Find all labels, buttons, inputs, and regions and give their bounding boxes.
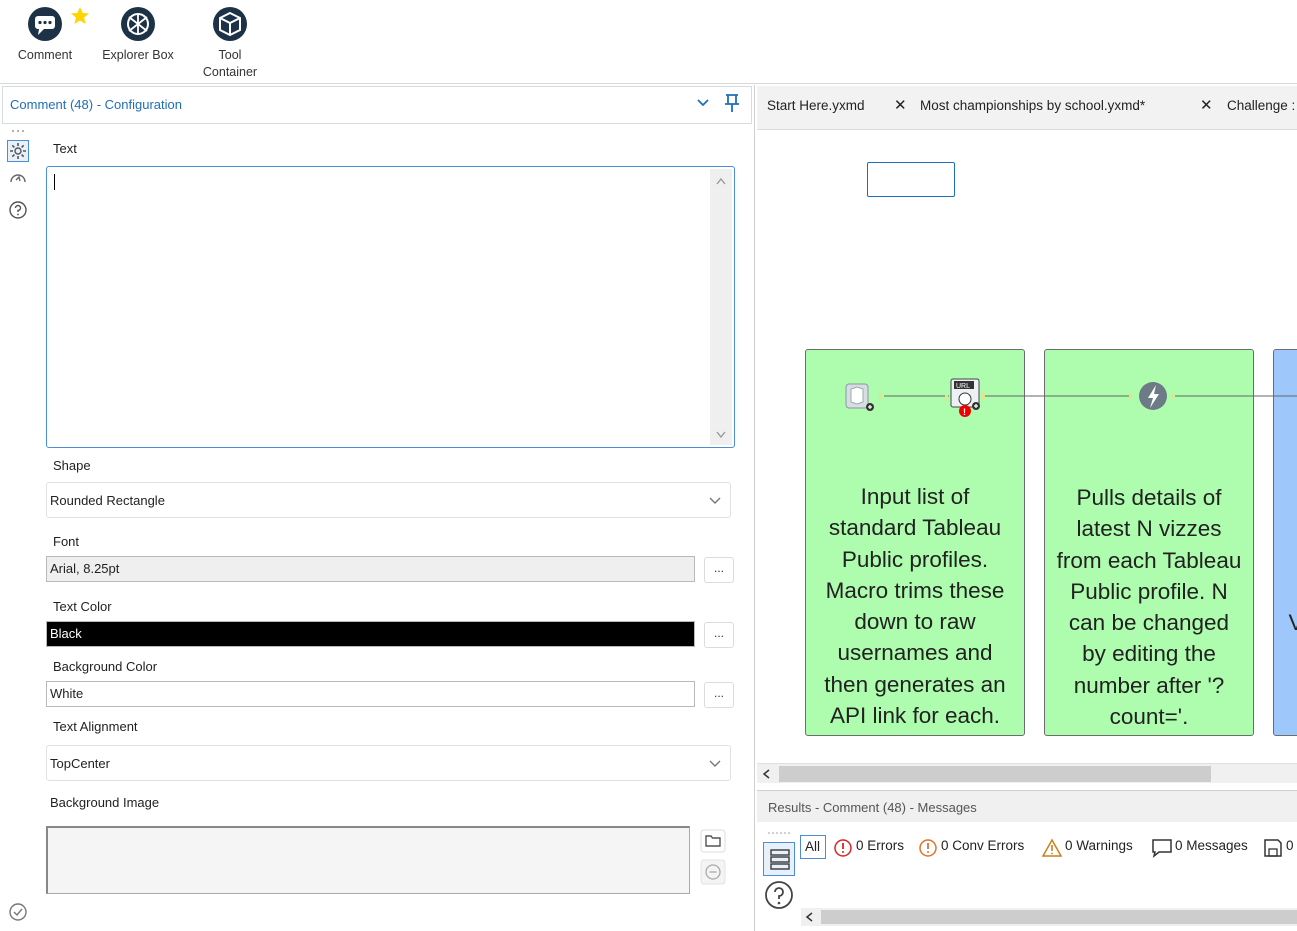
tool-container-label-line2: Container <box>202 65 258 79</box>
text-color-label: Text Color <box>53 599 112 614</box>
font-value: Arial, 8.25pt <box>50 561 120 576</box>
background-color-value: White <box>50 686 84 701</box>
configuration-header: Comment (48) - Configuration <box>2 86 752 124</box>
messages-view-button[interactable] <box>763 842 795 876</box>
shape-label: Shape <box>53 458 91 473</box>
text-alignment-label: Text Alignment <box>53 719 138 734</box>
messages-filter[interactable]: 0 Messages <box>1175 838 1248 853</box>
text-scrollbar[interactable] <box>710 169 732 445</box>
url-macro-tool-icon[interactable]: URL ! <box>945 377 987 421</box>
results-panel: All 0 Errors 0 Conv Errors 0 Warnings 0 … <box>757 823 1297 931</box>
results-header: Results - Comment (48) - Messages <box>757 790 1297 822</box>
comment-text-input[interactable] <box>46 166 735 448</box>
gear-icon <box>10 143 26 159</box>
scrollbar-thumb[interactable] <box>821 910 1297 924</box>
chevron-down-icon[interactable] <box>695 95 711 111</box>
shape-value: Rounded Rectangle <box>50 493 165 508</box>
scroll-left-icon[interactable] <box>805 912 815 922</box>
warnings-filter[interactable]: 0 Warnings <box>1065 838 1133 853</box>
download-tool-icon[interactable] <box>1129 380 1179 414</box>
text-label: Text <box>53 141 77 156</box>
results-horizontal-scrollbar[interactable] <box>801 908 1297 926</box>
explorer-box-tool[interactable]: Explorer Box <box>96 6 180 64</box>
macro-input-tool-icon[interactable] <box>843 380 883 414</box>
text-color-value: Black <box>50 626 82 641</box>
close-tab-icon[interactable]: ✕ <box>1200 96 1213 114</box>
results-title: Results - Comment (48) - Messages <box>768 800 977 815</box>
tab-start-here[interactable]: Start Here.yxmd <box>767 98 865 113</box>
font-picker-button[interactable]: ... <box>704 557 734 583</box>
comment-tool[interactable]: Comment <box>10 6 89 64</box>
chevron-down-icon <box>709 497 721 504</box>
workflow-tabs: Start Here.yxmd ✕ Most championships by … <box>757 86 1297 130</box>
background-color-picker-button[interactable]: ... <box>704 682 734 708</box>
comment-icon <box>28 7 62 41</box>
tool-container-tool[interactable]: Tool Container <box>194 6 266 81</box>
container-2-note: Pulls details of latest N vizzes from ea… <box>1056 485 1242 730</box>
files-filter[interactable]: 0 <box>1286 838 1294 853</box>
warning-icon <box>1041 838 1063 857</box>
remove-image-icon[interactable] <box>700 859 726 885</box>
file-save-icon <box>1264 839 1282 857</box>
check-circle-icon <box>9 903 27 921</box>
text-color-field: Black <box>46 621 695 647</box>
tool-container-icon <box>213 7 247 41</box>
help-icon[interactable] <box>8 200 28 220</box>
container-3-note: V <box>1288 610 1297 635</box>
background-image-preview <box>46 826 690 894</box>
errors-filter[interactable]: 0 Errors <box>856 838 904 853</box>
error-icon <box>834 839 852 857</box>
shape-select[interactable]: Rounded Rectangle <box>46 482 731 518</box>
text-caret <box>54 174 55 190</box>
close-tab-icon[interactable]: ✕ <box>894 96 907 114</box>
text-alignment-select[interactable]: TopCenter <box>46 745 731 781</box>
folder-icon[interactable] <box>700 829 726 853</box>
background-image-label: Background Image <box>50 795 160 810</box>
annotation-icon[interactable] <box>8 170 28 190</box>
text-alignment-value: TopCenter <box>50 756 110 771</box>
scrollbar-thumb[interactable] <box>779 766 1211 782</box>
tab-most-championships[interactable]: Most championships by school.yxmd* <box>920 98 1145 113</box>
text-color-picker-button[interactable]: ... <box>704 622 734 648</box>
tool-palette: Comment Explorer Box Tool Container <box>0 0 1297 84</box>
rail-grip-icon <box>12 130 24 132</box>
font-field: Arial, 8.25pt <box>46 556 695 582</box>
scroll-up-icon[interactable] <box>716 177 726 185</box>
comment-tool-label: Comment <box>17 48 73 62</box>
conversion-error-icon <box>919 839 937 857</box>
canvas-horizontal-scrollbar[interactable] <box>757 763 1297 783</box>
svg-text:URL: URL <box>956 383 970 390</box>
configuration-title: Comment (48) - Configuration <box>10 97 182 112</box>
favorite-star-icon[interactable] <box>70 6 90 26</box>
message-icon <box>1152 839 1172 858</box>
font-label: Font <box>53 534 80 549</box>
results-grip-icon <box>768 832 790 834</box>
explorer-box-icon <box>121 7 155 41</box>
tab-challenge[interactable]: Challenge : <box>1227 98 1295 113</box>
background-color-label: Background Color <box>53 659 158 674</box>
container-1-note: Input list of standard Tableau Public pr… <box>824 484 1006 729</box>
background-color-field: White <box>46 681 695 707</box>
conv-errors-filter[interactable]: 0 Conv Errors <box>941 838 1024 853</box>
settings-tab[interactable] <box>7 140 29 162</box>
explorer-box-tool-label: Explorer Box <box>102 48 174 62</box>
pin-icon[interactable] <box>723 93 741 113</box>
list-icon <box>770 849 790 870</box>
filter-all-button[interactable]: All <box>800 835 826 859</box>
config-side-rail <box>0 126 38 931</box>
tool-container-label-line1: Tool <box>218 48 242 62</box>
workflow-canvas[interactable]: URL ! Input list of standard Tableau Pub… <box>757 131 1297 763</box>
chevron-down-icon <box>709 760 721 767</box>
scroll-left-icon[interactable] <box>762 769 772 779</box>
svg-text:!: ! <box>963 407 966 417</box>
scroll-down-icon[interactable] <box>716 431 726 439</box>
help-icon[interactable] <box>764 880 794 910</box>
